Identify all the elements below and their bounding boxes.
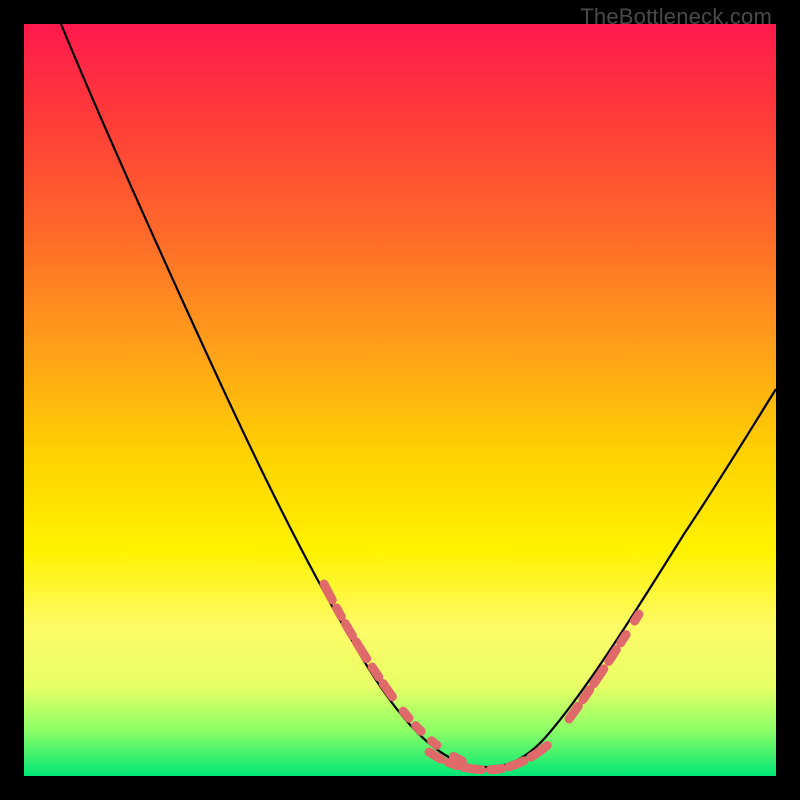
watermark-text: TheBottleneck.com (580, 4, 772, 30)
highlight-segment-right (569, 614, 639, 719)
chart-svg (24, 24, 776, 776)
bottleneck-curve (61, 24, 776, 767)
plot-area (24, 24, 776, 776)
highlight-segment-left (324, 584, 469, 764)
